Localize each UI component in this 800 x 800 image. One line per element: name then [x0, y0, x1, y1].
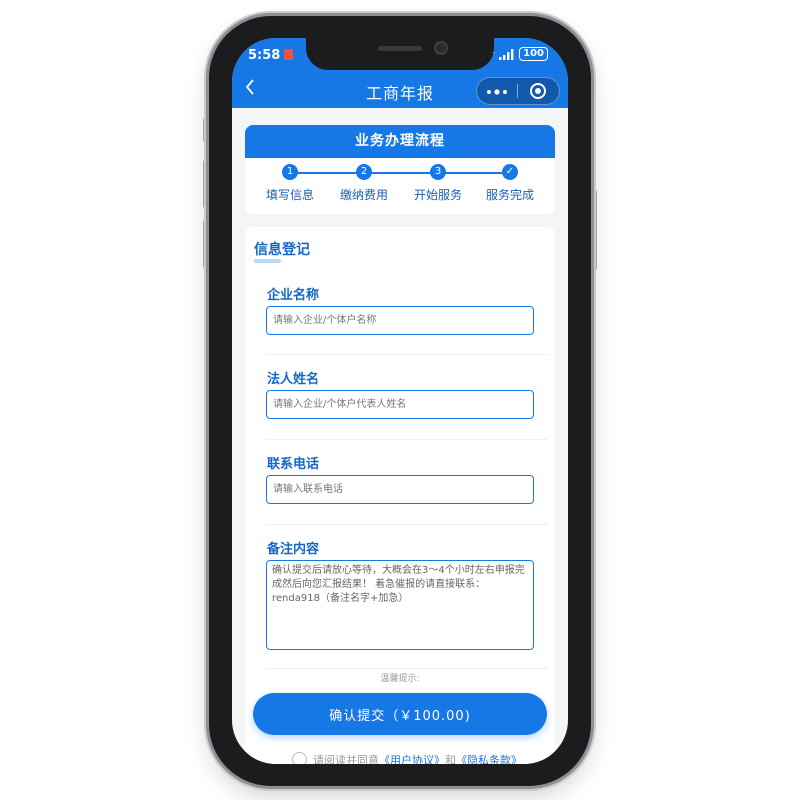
user-agreement-link[interactable]: 《用户协议》: [379, 754, 445, 764]
legal-name-label: 法人姓名: [267, 372, 320, 387]
step-4: ✓ 服务完成: [473, 164, 547, 203]
phone-volume-down: [203, 220, 207, 268]
close-target-icon[interactable]: [530, 83, 546, 99]
phone-label: 联系电话: [267, 457, 320, 472]
divider: [266, 668, 548, 669]
process-steps: 1 填写信息 2 缴纳费用 3 开始服务 ✓ 服务完成: [245, 158, 555, 214]
agreement-prefix: 请阅读并同意: [313, 754, 379, 764]
divider: [266, 439, 548, 440]
status-time-text: 5:58: [248, 48, 281, 63]
process-title: 业务办理流程: [245, 125, 555, 158]
legal-name-input[interactable]: [266, 390, 534, 419]
agree-radio[interactable]: [292, 752, 307, 764]
phone-power-button: [593, 190, 597, 270]
step-3-number: 3: [430, 164, 446, 180]
agreement-row: 请阅读并同意《用户协议》和《隐私条款》: [292, 752, 522, 764]
section-title: 信息登记: [254, 242, 310, 258]
tip-text: 温馨提示:: [380, 674, 420, 684]
step-1-number: 1: [282, 164, 298, 180]
step-1-label: 填写信息: [265, 188, 314, 202]
status-time: 5:58: [248, 48, 294, 63]
step-2-label: 缴纳费用: [339, 188, 388, 202]
section-title-underline: [254, 259, 281, 263]
more-dots-icon: [487, 89, 507, 95]
step-2-number: 2: [356, 164, 372, 180]
camera: [434, 41, 448, 55]
recording-icon: [284, 49, 294, 60]
process-card: 业务办理流程 1 填写信息 2 缴纳费用 3 开始服务 ✓ 服务完成: [245, 125, 555, 214]
submit-button[interactable]: 确认提交（￥100.00): [253, 693, 547, 735]
step-3: 3 开始服务: [401, 164, 475, 203]
check-icon: ✓: [502, 164, 518, 180]
step-2: 2 缴纳费用: [327, 164, 401, 203]
signal-icon: [499, 48, 514, 60]
capsule-divider: [517, 84, 518, 98]
remark-label: 备注内容: [267, 542, 320, 557]
step-3-label: 开始服务: [413, 188, 462, 202]
battery-icon: 100: [519, 47, 548, 61]
form-card: 信息登记 企业名称 法人姓名 联系电话 备注内容 确认提交后请放心等待，大概会在…: [245, 227, 555, 764]
notch: [306, 38, 494, 70]
phone-screen: 5:58 100 工商年报 业务办理流程 1 填写信息 2 缴纳费用 3 开始服…: [232, 38, 568, 764]
phone-silent-switch: [203, 118, 207, 142]
mini-program-capsule: [476, 77, 560, 105]
divider: [266, 524, 548, 525]
company-name-input[interactable]: [266, 306, 534, 335]
step-1: 1 填写信息: [253, 164, 327, 203]
phone-input[interactable]: [266, 475, 534, 504]
more-button[interactable]: [477, 83, 517, 99]
remark-textarea[interactable]: 确认提交后请放心等待，大概会在3～4个小时左右申报完成然后向您汇报结果！ 着急催…: [266, 560, 534, 650]
divider: [266, 354, 548, 355]
privacy-policy-link[interactable]: 《隐私条款》: [456, 754, 522, 764]
speaker: [378, 46, 422, 51]
step-4-label: 服务完成: [485, 188, 534, 202]
phone-volume-up: [203, 160, 207, 208]
company-name-label: 企业名称: [267, 288, 320, 303]
agreement-and: 和: [445, 754, 456, 764]
